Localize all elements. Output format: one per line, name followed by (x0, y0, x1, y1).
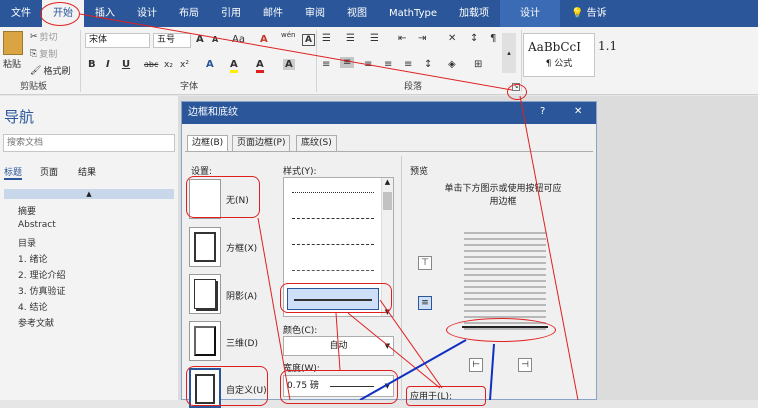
annotation-arrow (257, 217, 291, 400)
annotation-arrow-blue (489, 343, 495, 400)
annotation-arrow (379, 299, 443, 389)
annotation-arrow (79, 13, 513, 91)
annotation-arrow (347, 312, 441, 389)
annotation-arrow-blue (359, 339, 467, 400)
annotation-arrow (519, 95, 579, 400)
annotation-arrows (79, 13, 579, 400)
annotation-arrow (335, 312, 341, 371)
